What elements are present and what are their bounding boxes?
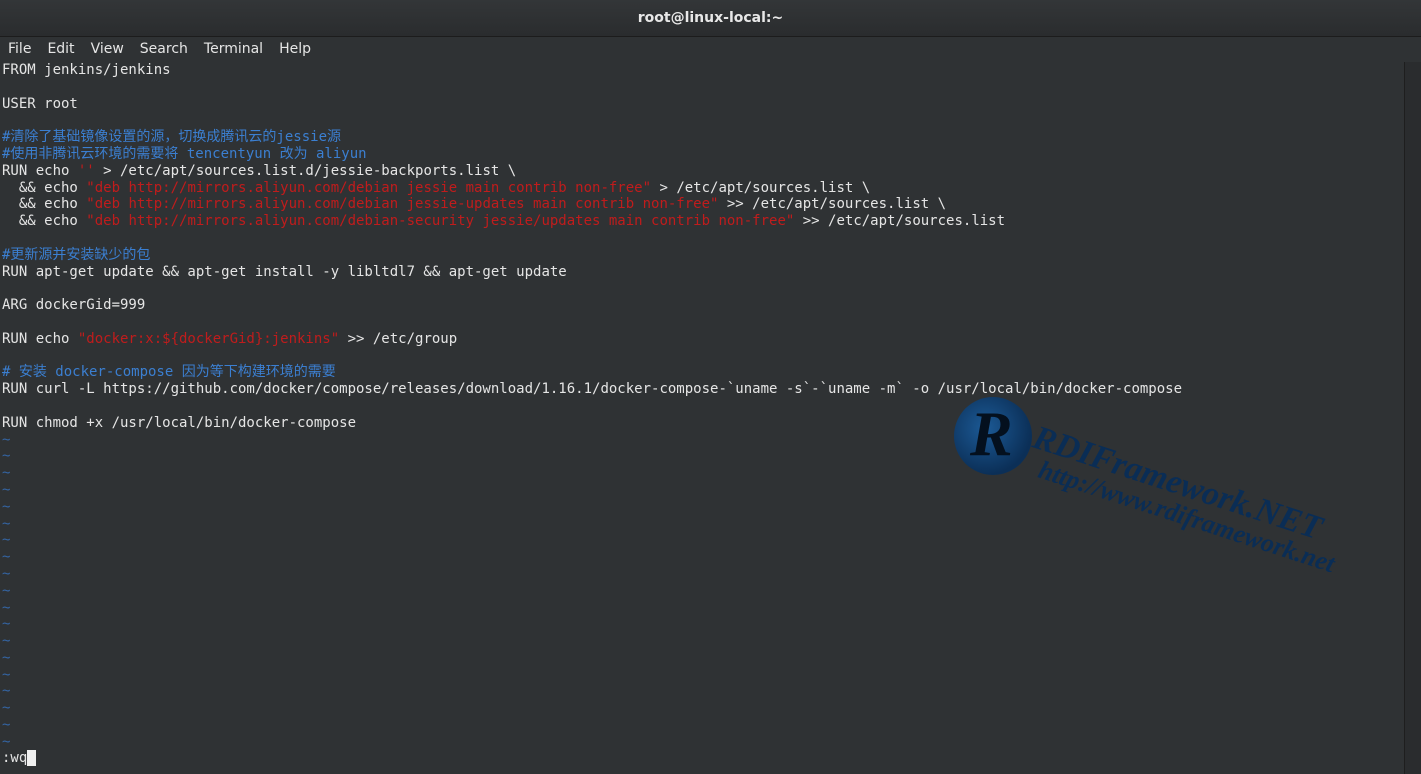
code-text: && echo — [2, 196, 87, 213]
menu-view[interactable]: View — [83, 37, 132, 62]
empty-buffer-line: ~ — [2, 465, 11, 482]
scrollbar[interactable] — [1404, 62, 1421, 774]
code-text: && echo — [2, 179, 87, 196]
empty-buffer-line: ~ — [2, 582, 11, 599]
empty-buffer-line: ~ — [2, 599, 11, 616]
code-line: #更新源并安装缺少的包 — [2, 247, 1405, 264]
code-line: RUN echo "docker:x:${dockerGid}:jenkins"… — [2, 331, 1405, 348]
code-line: ARG dockerGid=999 — [2, 297, 1405, 314]
code-text: >> /etc/apt/sources.list \ — [718, 196, 947, 213]
code-text: && echo — [2, 213, 87, 230]
code-string: "deb http://mirrors.aliyun.com/debian je… — [86, 179, 652, 196]
code-text: RUN echo — [2, 330, 78, 347]
code-string: "docker:x:${dockerGid}:jenkins" — [77, 330, 340, 347]
empty-buffer-line: ~ — [2, 666, 11, 683]
empty-buffer-line: ~ — [2, 700, 11, 717]
code-text: > /etc/apt/sources.list \ — [651, 179, 871, 196]
code-comment: #使用非腾讯云环境的需要将 tencentyun 改为 aliyun — [2, 145, 367, 162]
code-line: # 安装 docker-compose 因为等下构建环境的需要 — [2, 364, 1405, 381]
code-line: FROM jenkins/jenkins — [2, 62, 1405, 79]
menu-help[interactable]: Help — [271, 37, 319, 62]
code-line: #清除了基础镜像设置的源，切换成腾讯云的jessie源 — [2, 129, 1405, 146]
code-text: ARG dockerGid=999 — [2, 297, 146, 314]
code-line: RUN echo '' > /etc/apt/sources.list.d/je… — [2, 163, 1405, 180]
code-text: RUN curl -L https://github.com/docker/co… — [2, 381, 1183, 398]
empty-buffer-line: ~ — [2, 448, 11, 465]
empty-buffer-line: ~ — [2, 616, 11, 633]
empty-buffer-line: ~ — [2, 532, 11, 549]
code-text: FROM jenkins/jenkins — [2, 62, 171, 78]
code-text: RUN chmod +x /usr/local/bin/docker-compo… — [2, 414, 357, 431]
code-line: #使用非腾讯云环境的需要将 tencentyun 改为 aliyun — [2, 146, 1405, 163]
text-cursor — [27, 750, 37, 766]
menu-terminal[interactable]: Terminal — [196, 37, 271, 62]
terminal-window: root@linux-local:~ File Edit View Search… — [0, 0, 1421, 774]
code-text: RUN echo — [2, 162, 78, 179]
menu-bar: File Edit View Search Terminal Help — [0, 37, 1421, 62]
code-line: && echo "deb http://mirrors.aliyun.com/d… — [2, 213, 1405, 230]
code-line: RUN curl -L https://github.com/docker/co… — [2, 381, 1405, 398]
menu-edit[interactable]: Edit — [39, 37, 82, 62]
title-bar[interactable]: root@linux-local:~ — [0, 0, 1421, 37]
empty-buffer-line: ~ — [2, 498, 11, 515]
code-text: >> /etc/group — [339, 330, 458, 347]
command-text: :wq — [2, 750, 28, 766]
menu-file[interactable]: File — [0, 37, 39, 62]
empty-buffer-line: ~ — [2, 649, 11, 666]
code-string: '' — [77, 162, 95, 179]
empty-buffer-line: ~ — [2, 549, 11, 566]
empty-buffer-line: ~ — [2, 515, 11, 532]
empty-buffer-line: ~ — [2, 633, 11, 650]
empty-buffer-line: ~ — [2, 733, 11, 750]
empty-buffer-line: ~ — [2, 481, 11, 498]
vim-command-line[interactable]: :wq — [2, 750, 37, 767]
code-text: >> /etc/apt/sources.list — [794, 213, 1006, 230]
empty-buffer-line: ~ — [2, 565, 11, 582]
terminal-text-area[interactable]: FROM jenkins/jenkins USER root #清除了基础镜像设置的… — [0, 62, 1405, 774]
menu-search[interactable]: Search — [132, 37, 196, 62]
code-line: && echo "deb http://mirrors.aliyun.com/d… — [2, 180, 1405, 197]
empty-buffer-line: ~ — [2, 431, 11, 448]
code-comment: # 安装 docker-compose 因为等下构建环境的需要 — [2, 364, 336, 381]
empty-buffer-line: ~ — [2, 683, 11, 700]
window-title: root@linux-local:~ — [637, 10, 784, 26]
code-line: RUN chmod +x /usr/local/bin/docker-compo… — [2, 415, 1405, 432]
code-string: "deb http://mirrors.aliyun.com/debian-se… — [86, 213, 795, 230]
code-text: > /etc/apt/sources.list.d/jessie-backpor… — [94, 162, 517, 179]
code-text: RUN apt-get update && apt-get install -y… — [2, 263, 567, 280]
code-comment: #更新源并安装缺少的包 — [2, 246, 151, 263]
code-line: RUN apt-get update && apt-get install -y… — [2, 264, 1405, 281]
empty-buffer-line: ~ — [2, 717, 11, 734]
code-line: USER root — [2, 96, 1405, 113]
code-line: && echo "deb http://mirrors.aliyun.com/d… — [2, 196, 1405, 213]
code-text: USER root — [2, 95, 78, 112]
code-string: "deb http://mirrors.aliyun.com/debian je… — [86, 196, 719, 213]
code-comment: #清除了基础镜像设置的源，切换成腾讯云的jessie源 — [2, 129, 341, 146]
